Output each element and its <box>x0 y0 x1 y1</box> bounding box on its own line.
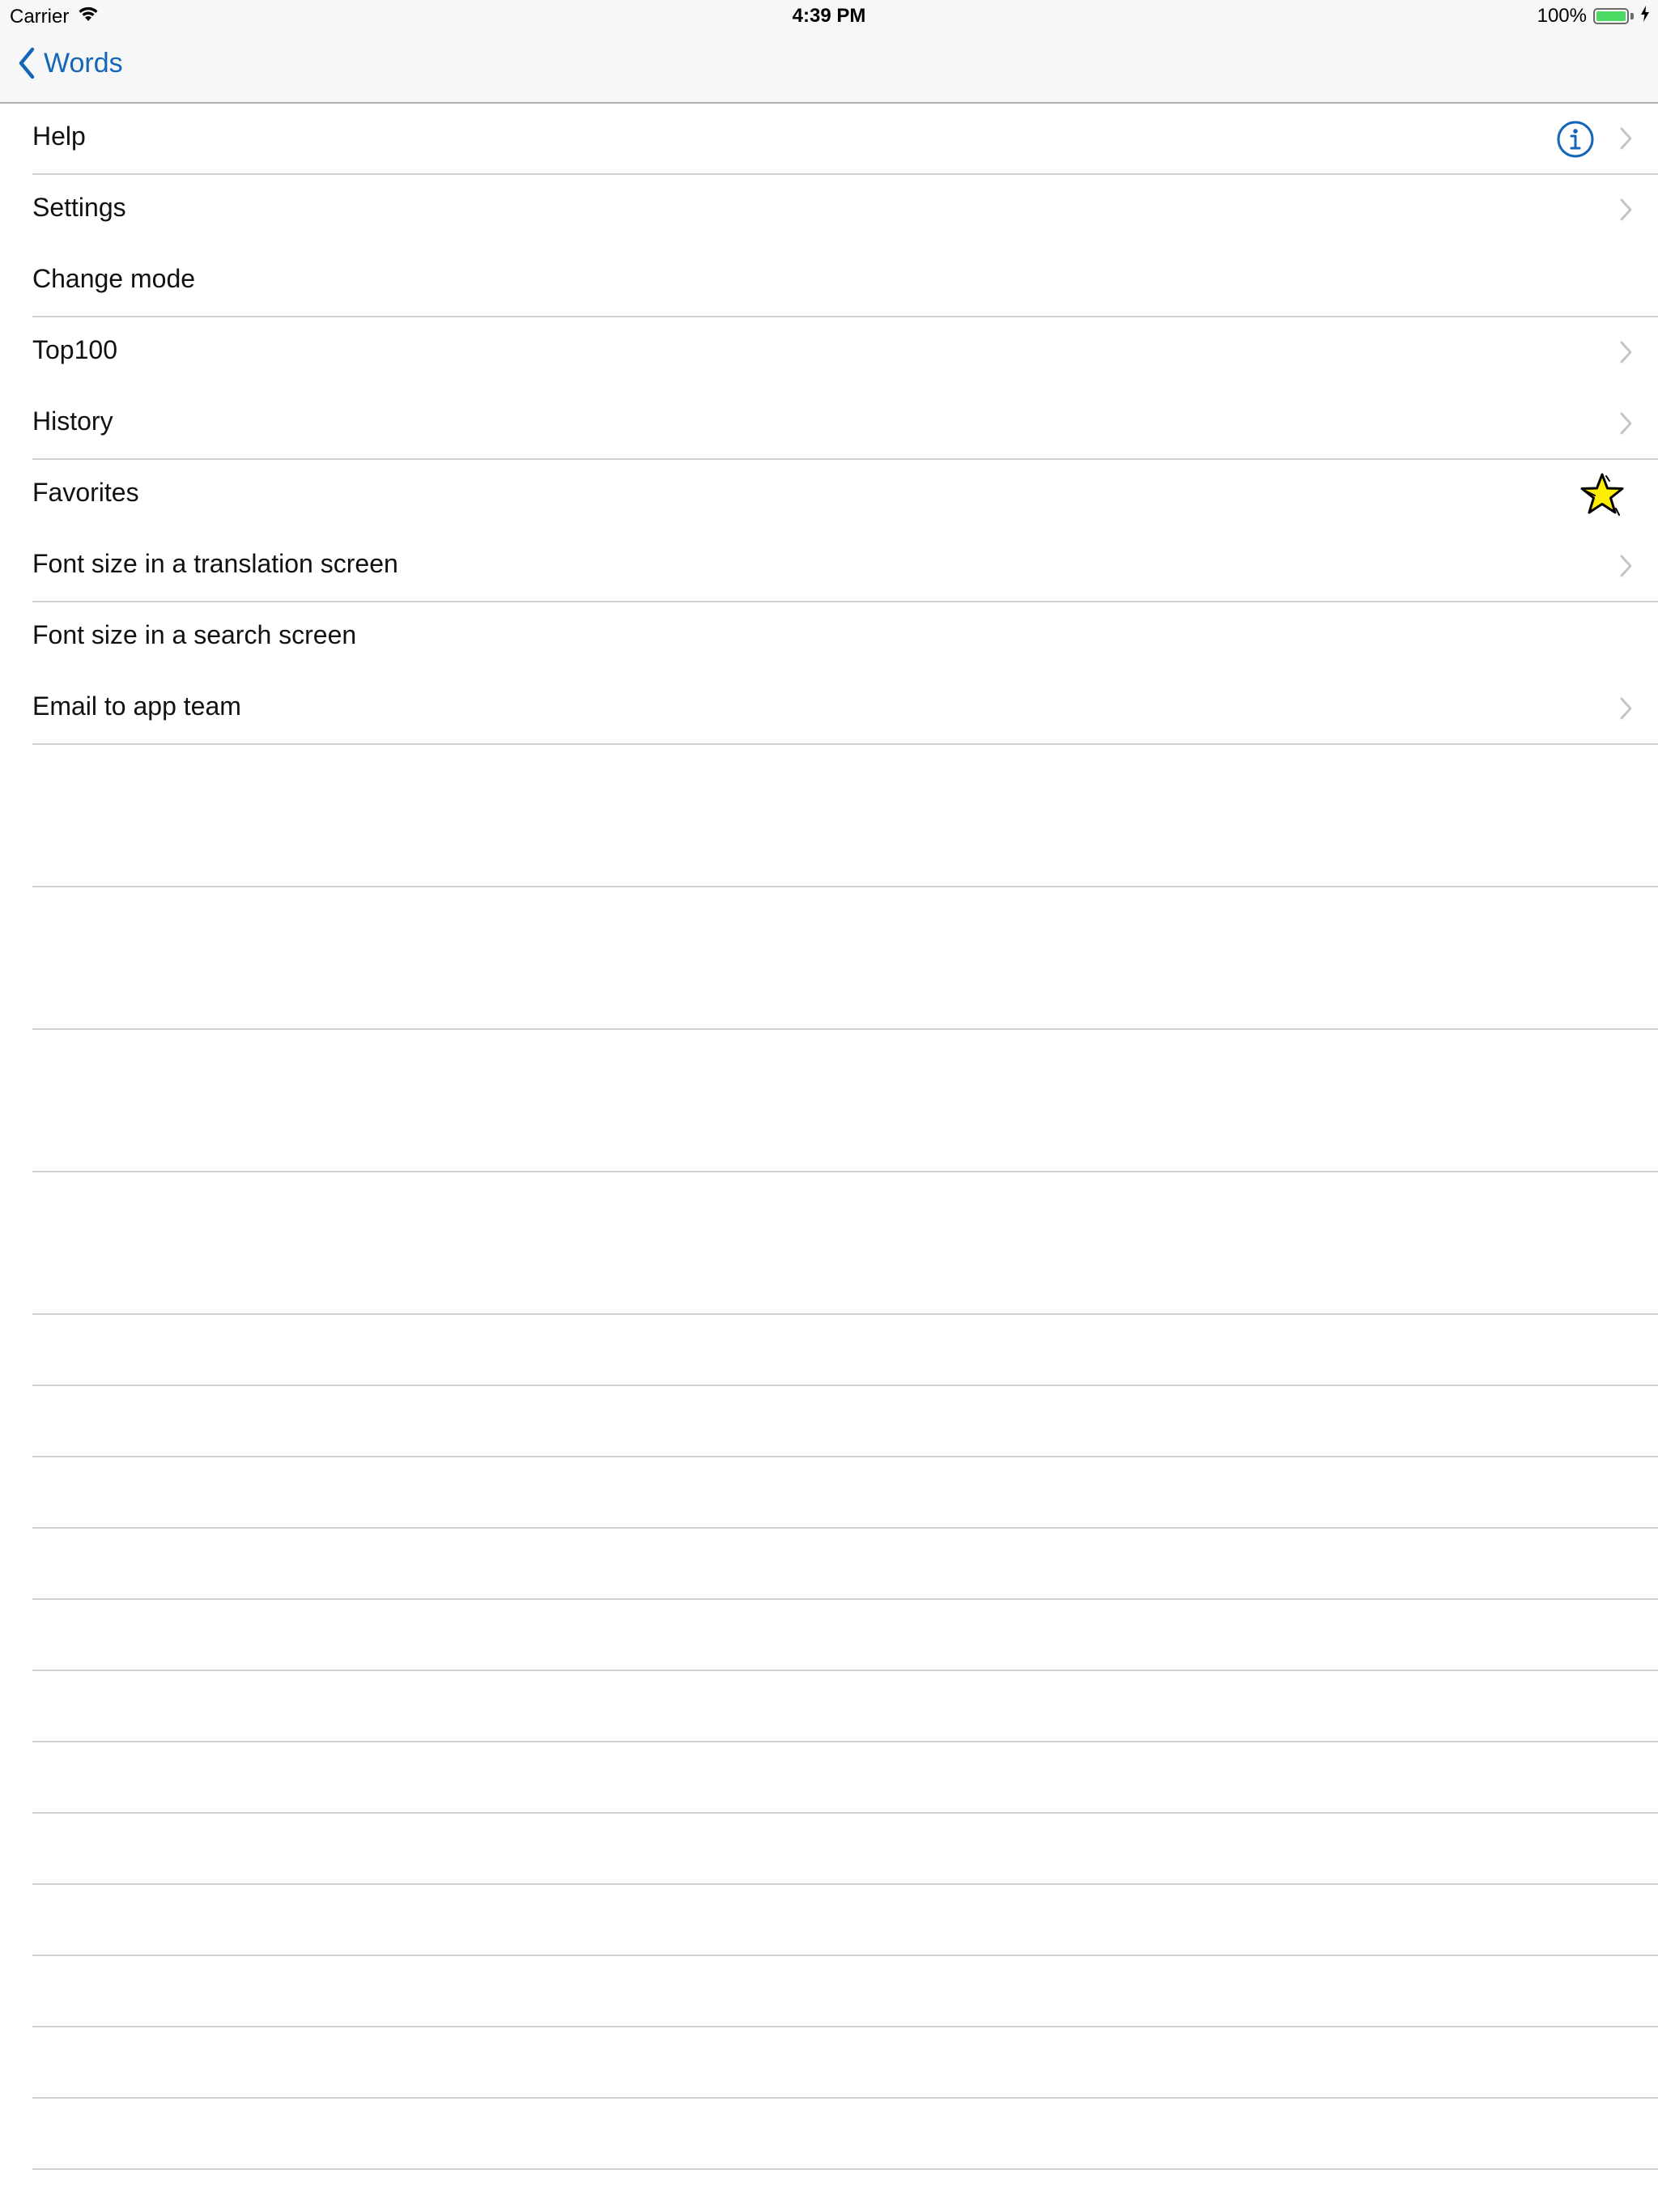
battery-percent: 100% <box>1537 5 1587 27</box>
back-button[interactable]: Words <box>18 47 123 79</box>
empty-row <box>32 2027 1658 2099</box>
status-right: 100% <box>1537 5 1650 28</box>
star-icon <box>1577 471 1627 522</box>
menu-item-history[interactable]: History <box>32 389 1658 460</box>
chevron-right-icon <box>1619 411 1634 440</box>
chevron-left-icon <box>18 47 36 79</box>
empty-row <box>32 745 1658 887</box>
navigation-bar: Words <box>0 32 1658 104</box>
empty-row <box>32 1529 1658 1600</box>
chevron-right-icon <box>1619 126 1634 155</box>
menu-item-label: Font size in a translation screen <box>32 549 398 578</box>
status-time: 4:39 PM <box>792 5 866 27</box>
menu-item-top100[interactable]: Top100 <box>32 317 1658 389</box>
chevron-right-icon <box>1619 554 1634 582</box>
menu-item-label: Change mode <box>32 264 196 293</box>
chevron-right-icon <box>1619 696 1634 725</box>
status-bar: Carrier 4:39 PM 100% <box>0 0 1658 32</box>
settings-menu-list: Help Settings Change mode Top100 History <box>0 104 1658 2170</box>
menu-item-change-mode[interactable]: Change mode <box>32 246 1658 317</box>
menu-item-font-size-search[interactable]: Font size in a search screen <box>32 602 1658 674</box>
chevron-right-icon <box>1619 198 1634 226</box>
menu-item-help[interactable]: Help <box>32 104 1658 175</box>
empty-row <box>32 2099 1658 2170</box>
empty-row <box>32 1814 1658 1885</box>
back-button-label: Words <box>44 47 123 79</box>
empty-row <box>32 1172 1658 1315</box>
charging-bolt-icon <box>1640 5 1650 28</box>
menu-item-label: Help <box>32 121 86 151</box>
battery-cap <box>1630 13 1634 19</box>
menu-item-favorites[interactable]: Favorites <box>32 460 1658 531</box>
menu-item-email-team[interactable]: Email to app team <box>32 674 1658 745</box>
chevron-right-icon <box>1619 340 1634 368</box>
empty-row <box>32 1742 1658 1814</box>
empty-row <box>32 1671 1658 1742</box>
menu-item-label: Email to app team <box>32 691 241 721</box>
menu-item-label: History <box>32 406 113 436</box>
empty-row <box>32 1956 1658 2027</box>
menu-item-label: Font size in a search screen <box>32 620 357 649</box>
menu-item-settings[interactable]: Settings <box>32 175 1658 246</box>
menu-item-label: Settings <box>32 193 126 222</box>
empty-row <box>32 1386 1658 1457</box>
empty-row <box>32 1885 1658 1956</box>
empty-row <box>32 887 1658 1030</box>
empty-row <box>32 1315 1658 1386</box>
menu-item-label: Top100 <box>32 335 117 364</box>
empty-row <box>32 1457 1658 1529</box>
battery-icon <box>1593 8 1629 24</box>
battery-fill <box>1596 11 1626 21</box>
info-icon[interactable] <box>1556 120 1595 163</box>
empty-row <box>32 1030 1658 1172</box>
menu-item-label: Favorites <box>32 478 139 507</box>
menu-item-font-size-translation[interactable]: Font size in a translation screen <box>32 531 1658 602</box>
empty-row <box>32 1600 1658 1671</box>
